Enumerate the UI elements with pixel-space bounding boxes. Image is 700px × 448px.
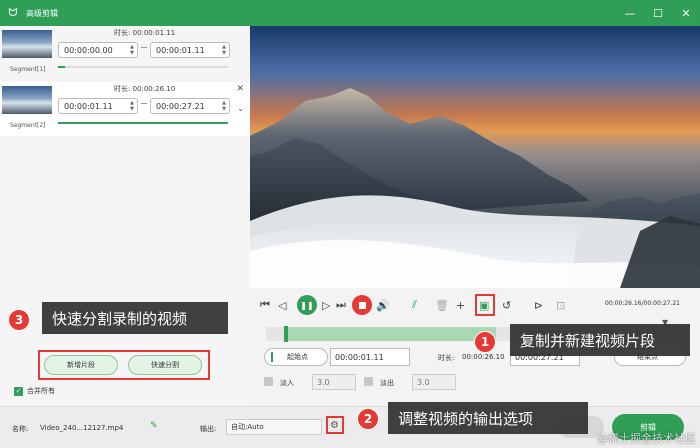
duration-label: 时长: — [438, 354, 455, 362]
step-back-icon[interactable]: ◁ — [278, 297, 286, 313]
spinner-icon[interactable]: ▲ ▼ — [130, 100, 134, 112]
pause-icon: ❚❚ — [300, 300, 314, 310]
callout-3: 快速分割录制的视频 — [42, 302, 228, 334]
undo-icon[interactable]: ↺ — [502, 297, 511, 313]
split-icon[interactable]: ⫽ — [412, 297, 417, 313]
fade-in-field[interactable]: 3.0 — [312, 374, 356, 390]
highlight-box — [326, 416, 344, 434]
output-label: 输出: — [200, 425, 217, 433]
output-field[interactable]: 自动;Auto — [226, 419, 322, 435]
close-icon[interactable]: ✕ — [672, 0, 700, 26]
segment-label: Segment[1] — [10, 66, 46, 73]
spinner-icon[interactable]: ▲ ▼ — [222, 100, 226, 112]
video-preview — [250, 26, 700, 288]
volume-icon[interactable]: 🔊 — [376, 297, 390, 313]
spinner-icon[interactable]: ▲ ▼ — [130, 44, 134, 56]
title-bar: ᗢ 高级剪辑 — ☐ ✕ — [0, 0, 700, 26]
watermark: @稀土掘金技术社区 — [597, 432, 696, 445]
segment-duration: 时长: 00:00:26.10 — [114, 85, 176, 93]
segment-start-field[interactable]: 00:00:01.11 ▲ ▼ — [58, 98, 138, 114]
skip-start-icon[interactable]: ⏮ — [260, 297, 270, 313]
timecode-readout: 00:00:26.16/00:00:27.21 — [605, 300, 680, 307]
rabbit-logo-icon: ᗢ — [8, 6, 18, 19]
highlight-box — [475, 294, 495, 316]
mark-out-icon[interactable]: ⊡ — [556, 297, 565, 313]
duration-value: 00:00:26.10 — [462, 353, 505, 361]
stop-button[interactable] — [352, 295, 372, 315]
start-time-field[interactable]: 00:00:01.11 — [330, 348, 410, 366]
spinner-icon[interactable]: ▲ ▼ — [222, 44, 226, 56]
file-name: Video_240...12127.mp4 — [40, 424, 124, 432]
timeline-handle[interactable] — [284, 326, 288, 342]
pause-button[interactable]: ❚❚ — [297, 295, 317, 315]
callout-badge-1: 1 — [474, 331, 496, 353]
fade-in-label: 淡入 — [280, 379, 294, 387]
merge-all-checkbox[interactable]: ✓ 合并所有 — [14, 386, 55, 396]
minimize-icon[interactable]: — — [616, 0, 644, 26]
chevron-down-icon[interactable]: ⌄ — [237, 104, 244, 113]
segment-duration: 时长: 00:00:01.11 — [114, 29, 176, 37]
segment-progress — [58, 66, 228, 68]
bracket-icon — [271, 352, 273, 362]
new-segment-button[interactable]: 新增片段 — [44, 355, 118, 375]
fade-out-label: 淡出 — [380, 379, 394, 387]
skip-end-icon[interactable]: ⏭ — [336, 297, 346, 313]
segment-start-field[interactable]: 00:00:00.00 ▲ ▼ — [58, 42, 138, 58]
segment-progress — [58, 122, 228, 124]
segment-end-field[interactable]: 00:00:27.21 ▲ ▼ — [150, 98, 230, 114]
stop-icon — [358, 301, 366, 309]
segment-item-1[interactable]: Segment[1] 时长: 00:00:01.11 00:00:00.00 ▲… — [0, 26, 250, 80]
fade-out-checkbox[interactable] — [364, 377, 373, 386]
fade-out-field[interactable]: 3.0 — [412, 374, 456, 390]
start-point-button[interactable]: 起始点 — [264, 348, 328, 366]
name-label: 名称: — [12, 425, 29, 433]
segment-label: Segment[2] — [10, 122, 46, 129]
add-icon[interactable]: + — [456, 297, 465, 313]
delete-icon[interactable]: 🗑 — [435, 297, 449, 313]
callout-badge-3: 3 — [8, 309, 30, 331]
callout-2: 调整视频的输出选项 — [388, 402, 588, 434]
maximize-icon[interactable]: ☐ — [644, 0, 672, 26]
segment-list-panel: Segment[1] 时长: 00:00:01.11 00:00:00.00 ▲… — [0, 26, 250, 406]
segment-thumbnail — [2, 30, 52, 58]
segment-end-field[interactable]: 00:00:01.11 ▲ ▼ — [150, 42, 230, 58]
timeline-selection — [286, 327, 496, 341]
close-icon[interactable]: ✕ — [236, 84, 244, 94]
fade-in-checkbox[interactable] — [264, 377, 273, 386]
edit-icon[interactable]: ✎ — [150, 421, 158, 431]
callout-1: 复制并新建视频片段 — [510, 324, 690, 356]
window-title: 高级剪辑 — [26, 8, 58, 18]
callout-badge-2: 2 — [357, 408, 379, 430]
mountain-scene — [250, 88, 700, 288]
check-icon: ✓ — [14, 386, 23, 396]
mark-in-icon[interactable]: ⊳ — [534, 297, 543, 313]
quick-split-button[interactable]: 快速分割 — [128, 355, 202, 375]
segment-item-2[interactable]: Segment[2] 时长: 00:00:26.10 ✕ ⌄ 00:00:01.… — [0, 82, 250, 136]
segment-thumbnail — [2, 86, 52, 114]
bottom-bar: 名称: Video_240...12127.mp4 ✎ 输出: 自动;Auto … — [0, 406, 700, 448]
window-controls: — ☐ ✕ — [616, 0, 700, 26]
step-forward-icon[interactable]: ▷ — [322, 297, 330, 313]
